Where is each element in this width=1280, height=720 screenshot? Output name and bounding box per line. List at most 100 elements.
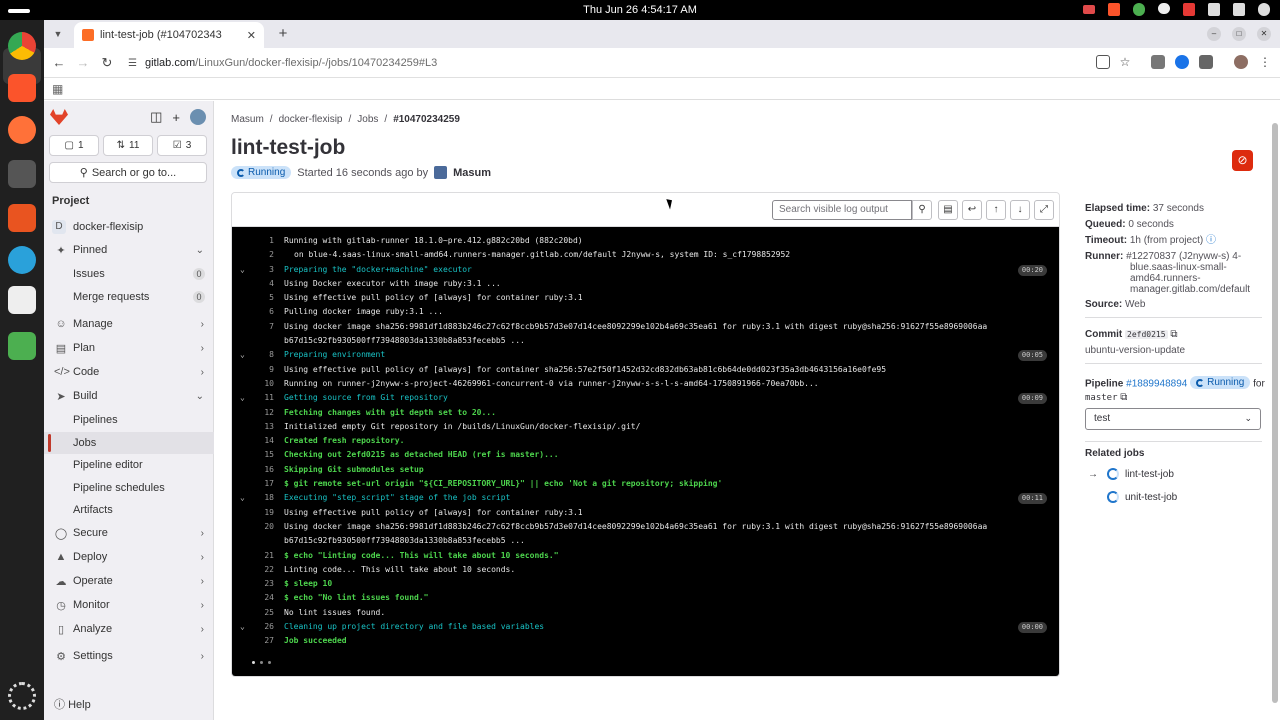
- scroll-top-icon[interactable]: ↑: [986, 200, 1006, 220]
- log-line-number[interactable]: 10: [250, 377, 274, 391]
- log-section-header[interactable]: ⌄ 18 Executing "step_script" stage of the …: [232, 491, 1059, 505]
- log-line-number[interactable]: 9: [250, 363, 274, 377]
- sidebar-item-issues[interactable]: Issues 0: [44, 263, 214, 285]
- log-line-number[interactable]: 17: [250, 477, 274, 491]
- reload-icon[interactable]: ↻: [99, 55, 115, 71]
- sidebar-item-build[interactable]: ➤ Build ⌄: [44, 385, 214, 407]
- browser-menu-icon[interactable]: ⋮: [1258, 55, 1272, 69]
- user-avatar[interactable]: [190, 109, 206, 125]
- chrome-tray-icon[interactable]: [1133, 3, 1145, 16]
- back-icon[interactable]: ←: [51, 55, 67, 71]
- sidebar-item-project[interactable]: Ddocker-flexisip: [44, 216, 214, 238]
- scroll-bottom-icon[interactable]: ↓: [1010, 200, 1030, 220]
- copy-icon[interactable]: ⧉: [1170, 329, 1177, 340]
- notes-icon[interactable]: [8, 286, 36, 314]
- collapse-section-icon[interactable]: ⌄: [240, 263, 245, 277]
- page-scrollbar[interactable]: [1272, 123, 1278, 703]
- new-tab-icon[interactable]: +: [274, 25, 292, 43]
- sidebar-item-operate[interactable]: ☁ Operate ›: [44, 570, 214, 592]
- log-search-button[interactable]: ⚲: [912, 200, 932, 220]
- log-line-number[interactable]: 24: [250, 591, 274, 605]
- log-line-number[interactable]: 1: [250, 234, 274, 248]
- log-line-number[interactable]: 11: [250, 391, 274, 405]
- browser-tab-active[interactable]: lint-test-job (#104702343 ✕: [74, 22, 264, 48]
- sidebar-item-manage[interactable]: ☺ Manage ›: [44, 313, 214, 335]
- breadcrumb-item[interactable]: Masum: [231, 114, 264, 125]
- brave-icon[interactable]: [8, 74, 36, 102]
- sidebar-item-plan[interactable]: ▤ Plan ›: [44, 337, 214, 359]
- log-line-number[interactable]: 19: [250, 506, 274, 520]
- gitlab-logo-icon[interactable]: [50, 109, 68, 125]
- extension-blue-icon[interactable]: [1175, 55, 1189, 69]
- telegram-tray-icon[interactable]: [1158, 3, 1170, 14]
- collapse-section-icon[interactable]: ⌄: [240, 391, 245, 405]
- tab-search-icon[interactable]: ▼: [50, 26, 66, 42]
- collapse-section-icon[interactable]: ⌄: [240, 348, 245, 362]
- related-job-item[interactable]: unit-test-job: [1085, 491, 1177, 503]
- log-section-header[interactable]: ⌄ 26 Cleaning up project directory and fil…: [232, 620, 1059, 634]
- log-line-number[interactable]: 2: [250, 248, 274, 262]
- sidebar-item-jobs[interactable]: Jobs: [44, 432, 214, 454]
- log-line-number[interactable]: 20: [250, 520, 274, 534]
- sidebar-item-merge-requests[interactable]: Merge requests 0: [44, 286, 214, 308]
- related-job-item[interactable]: → lint-test-job: [1085, 468, 1174, 480]
- collapse-section-icon[interactable]: ⌄: [240, 620, 245, 634]
- merge-requests-counter[interactable]: ⇅ 11: [103, 135, 153, 156]
- minimize-icon[interactable]: –: [1207, 27, 1221, 41]
- raw-log-icon[interactable]: ▤: [938, 200, 958, 220]
- chrome-icon[interactable]: [8, 32, 36, 60]
- user-name[interactable]: Masum: [453, 167, 491, 179]
- show-apps-icon[interactable]: [8, 682, 36, 710]
- window-close-icon[interactable]: ✕: [1257, 27, 1271, 41]
- extensions-puzzle-icon[interactable]: [1199, 55, 1213, 69]
- sidebar-item-pipelines[interactable]: Pipelines: [44, 409, 214, 431]
- status-badge[interactable]: Running: [231, 166, 292, 179]
- copy-icon[interactable]: ⧉: [1120, 392, 1127, 403]
- log-line-number[interactable]: 7: [250, 320, 274, 334]
- trash-icon[interactable]: [8, 332, 36, 360]
- help-link[interactable]: ⓘ Help: [54, 696, 91, 712]
- log-line-number[interactable]: 5: [250, 291, 274, 305]
- branch-name[interactable]: master: [1085, 393, 1118, 403]
- pipeline-status-badge[interactable]: Running: [1190, 376, 1251, 389]
- log-line-number[interactable]: 27: [250, 634, 274, 648]
- user-avatar[interactable]: [434, 166, 448, 179]
- restore-icon[interactable]: □: [1232, 27, 1246, 41]
- issues-counter[interactable]: ▢ 1: [49, 135, 99, 156]
- search-go-button[interactable]: ⚲ Search or go to...: [49, 162, 207, 183]
- terminal-icon[interactable]: [8, 160, 36, 188]
- record-icon[interactable]: [1083, 5, 1095, 14]
- sidebar-item-pipeline-editor[interactable]: Pipeline editor: [44, 454, 214, 476]
- commit-message[interactable]: ubuntu-version-update: [1085, 345, 1185, 356]
- sidebar-item-pipeline-schedules[interactable]: Pipeline schedules: [44, 477, 214, 499]
- forward-icon[interactable]: →: [75, 55, 91, 71]
- fullscreen-icon[interactable]: ⤢: [1034, 200, 1054, 220]
- breadcrumb-item[interactable]: docker-flexisip: [279, 114, 343, 125]
- log-line-number[interactable]: 14: [250, 434, 274, 448]
- apps-grid-icon[interactable]: ▦: [52, 82, 63, 96]
- log-section-header[interactable]: ⌄ 11 Getting source from Git repository 00:…: [232, 391, 1059, 405]
- log-section-header[interactable]: ⌄ 8 Preparing environment 00:05: [232, 348, 1059, 362]
- stage-select[interactable]: test ⌄: [1085, 408, 1261, 430]
- tab-close-icon[interactable]: ✕: [247, 29, 256, 42]
- profile-avatar-icon[interactable]: [1234, 55, 1248, 69]
- breadcrumb-item[interactable]: Jobs: [357, 114, 378, 125]
- log-line-number[interactable]: 12: [250, 406, 274, 420]
- sidebar-item-monitor[interactable]: ◷ Monitor ›: [44, 594, 214, 616]
- install-app-icon[interactable]: [1096, 55, 1110, 69]
- sidebar-item-secure[interactable]: ◯ Secure ›: [44, 522, 214, 544]
- log-line-number[interactable]: 21: [250, 549, 274, 563]
- log-line-number[interactable]: 13: [250, 420, 274, 434]
- network-icon[interactable]: [1208, 3, 1220, 16]
- bookmark-star-icon[interactable]: ☆: [1118, 55, 1132, 69]
- log-line-number[interactable]: 18: [250, 491, 274, 505]
- log-line-number[interactable]: 8: [250, 348, 274, 362]
- collapse-sidebar-icon[interactable]: ◫: [150, 109, 162, 125]
- telegram-icon[interactable]: [8, 246, 36, 274]
- log-line-number[interactable]: 22: [250, 563, 274, 577]
- log-section-header[interactable]: ⌄ 3 Preparing the "docker+machine" executo…: [232, 263, 1059, 277]
- sidebar-item-pinned[interactable]: ✦ Pinned ⌄: [44, 239, 214, 261]
- sidebar-item-deploy[interactable]: ▲ Deploy ›: [44, 546, 214, 568]
- log-line-number[interactable]: 25: [250, 606, 274, 620]
- log-line-number[interactable]: 4: [250, 277, 274, 291]
